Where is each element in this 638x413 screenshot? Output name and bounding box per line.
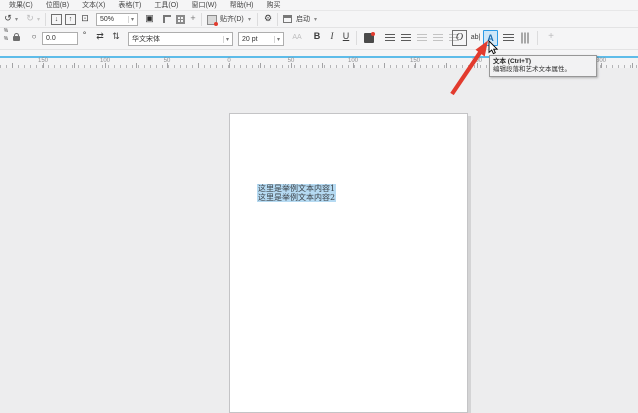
text-line[interactable]: 这里是举例文本内容1 [257,184,336,193]
text-line[interactable]: 这里是举例文本内容2 [257,193,336,202]
tooltip-title: 文本 (Ctrl+T) [493,58,593,66]
launch-window-icon[interactable] [283,15,292,23]
bold-button[interactable]: B [312,31,322,42]
menu-effects[interactable]: 效果(C) [9,0,33,10]
menu-help[interactable]: 帮助(H) [230,0,254,10]
ruler-label: 100 [348,58,358,64]
zoom-dropdown-icon[interactable]: ▾ [128,16,134,23]
font-size-steps-icon: AA [290,32,304,43]
edit-text-icon[interactable]: ab| [469,32,482,43]
snap-to-label[interactable]: 贴齐(D) [220,14,246,25]
fullscreen-preview-icon[interactable]: ▣ [143,13,156,24]
zoom-level-combobox[interactable]: 50% ▾ [96,13,138,26]
menu-bitmaps[interactable]: 位图(B) [46,0,69,10]
font-dropdown-icon[interactable]: ▾ [223,36,229,43]
snap-dropdown-icon[interactable]: ▾ [248,16,251,23]
property-bar: % % ○ ° ⇄ ⇅ 华文宋体 ▾ 20 pt ▾ AA B I U O ab… [0,28,638,50]
ruler-label: 300 [596,58,606,64]
scale-percent-icon[interactable]: % [2,28,10,34]
propbar-separator [356,31,357,45]
artistic-text-object[interactable]: 这里是举例文本内容1 这里是举例文本内容2 [257,184,336,202]
rotation-icon: ○ [29,31,39,42]
undo-dropdown-icon[interactable]: ▾ [15,16,18,23]
redo-dropdown-icon[interactable]: ▾ [37,16,40,23]
launch-label[interactable]: 启动 [296,14,314,25]
drawing-canvas[interactable]: 这里是举例文本内容1 这里是举例文本内容2 [0,68,638,412]
menu-buy[interactable]: 购买 [266,0,280,10]
undo-icon[interactable]: ↺ [2,13,14,24]
add-button[interactable]: + [546,31,556,42]
launch-dropdown-icon[interactable]: ▾ [314,16,317,23]
menu-table[interactable]: 表格(T) [118,0,141,10]
tooltip-description: 编辑段落和艺术文本属性。 [493,66,593,74]
ruler-label: 150 [38,58,48,64]
menu-text[interactable]: 文本(X) [82,0,105,10]
mirror-horizontal-icon[interactable]: ⇄ [94,31,106,42]
redo-icon[interactable]: ↻ [24,13,36,24]
propbar-separator [537,31,538,45]
font-size-combobox[interactable]: 20 pt ▾ [238,32,284,46]
drop-cap-icon [417,34,427,42]
vertical-text-icon[interactable] [521,33,529,44]
ruler-label: 50 [164,58,171,64]
export-icon[interactable]: ↑ [65,14,76,25]
font-list-combobox[interactable]: 华文宋体 ▾ [128,32,233,46]
menu-tools[interactable]: 工具(O) [154,0,178,10]
font-size-value: 20 pt [242,36,272,43]
text-properties-button[interactable]: A [483,30,498,46]
toolbar-separator [277,13,278,26]
options-gear-icon[interactable]: ⚙ [262,13,274,24]
text-color-icon[interactable] [364,33,374,43]
ruler-label: 100 [100,58,110,64]
document-page[interactable]: 这里是举例文本内容1 这里是举例文本内容2 [229,113,468,413]
italic-button[interactable]: I [327,31,337,42]
font-name-value: 华文宋体 [132,34,221,44]
standard-toolbar: ↺ ▾ ↻ ▾ ↓ ↑ ⊡ 50% ▾ ▣ + 贴齐(D) ▾ ⚙ 启动 ▾ [0,11,638,28]
guidelines-icon[interactable]: + [188,13,198,24]
scale-percent-icon[interactable]: % [2,36,10,42]
mirror-vertical-icon[interactable]: ⇅ [110,31,122,42]
ruler-label: 50 [288,58,295,64]
underline-button[interactable]: U [341,31,351,42]
snap-icon[interactable] [207,15,217,25]
zoom-level-icon[interactable]: ⊡ [79,13,91,24]
outline-text-icon[interactable]: O [452,30,467,46]
zoom-level-value: 50% [100,16,126,23]
import-icon[interactable]: ↓ [51,14,62,25]
tooltip: 文本 (Ctrl+T) 编辑段落和艺术文本属性。 [489,55,597,77]
indent-icon [433,34,443,42]
ruler-label: 150 [410,58,420,64]
toolbar-separator [257,13,258,26]
grid-icon[interactable] [176,15,185,24]
rotation-angle-input[interactable] [42,32,78,45]
numbered-list-icon[interactable] [401,34,411,42]
menu-window[interactable]: 窗口(W) [191,0,216,10]
ruler-label: 0 [227,58,230,64]
bullet-list-icon[interactable] [385,34,395,42]
menu-bar: 效果(C) 位图(B) 文本(X) 表格(T) 工具(O) 窗口(W) 帮助(H… [0,0,638,11]
font-size-dropdown-icon[interactable]: ▾ [274,36,280,43]
text-alignment-icon[interactable] [503,34,514,42]
toolbar-separator [201,13,202,26]
toolbar-separator [45,13,46,26]
degree-icon: ° [81,30,88,41]
ruler-label: 200 [472,58,482,64]
lock-ratio-icon[interactable] [13,36,20,41]
show-page-border-icon[interactable] [163,15,171,23]
